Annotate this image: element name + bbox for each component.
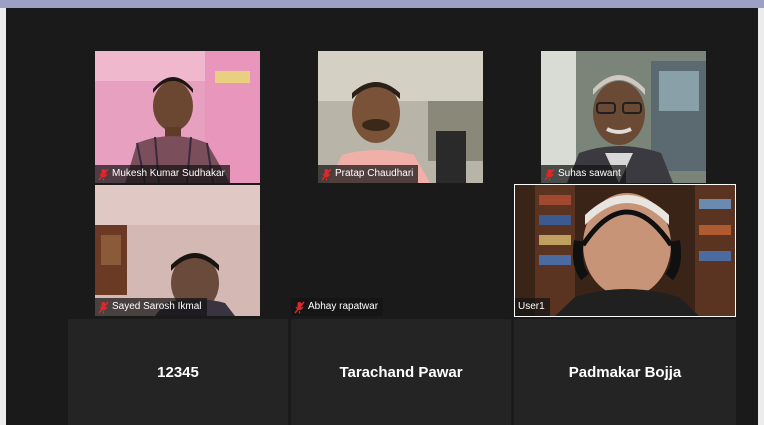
participant-name-tile[interactable]: Padmakar Bojja	[514, 319, 736, 425]
gallery-view: Mukesh Kumar Sudhakar Pratap Chaudhari S…	[6, 8, 758, 425]
participant-name-label: User1	[515, 298, 550, 316]
participant-tile[interactable]: Sayed Sarosh Ikmal	[95, 185, 260, 316]
window-right-edge	[758, 8, 764, 425]
participant-name: Suhas sawant	[558, 168, 621, 179]
participant-name-tile[interactable]: Tarachand Pawar	[291, 319, 511, 425]
mic-muted-icon	[98, 168, 109, 180]
participant-name: Pratap Chaudhari	[335, 168, 414, 179]
participant-name: Tarachand Pawar	[339, 363, 463, 381]
participant-name-label: Pratap Chaudhari	[318, 165, 419, 183]
mic-muted-icon	[321, 168, 332, 180]
participant-video	[515, 185, 735, 316]
participant-tile[interactable]: Abhay rapatwar	[291, 185, 511, 316]
participant-name-label: Sayed Sarosh Ikmal	[95, 298, 207, 316]
participant-name: Mukesh Kumar Sudhakar	[112, 168, 225, 179]
participant-tile[interactable]: Mukesh Kumar Sudhakar	[95, 51, 260, 183]
mic-muted-icon	[294, 301, 305, 313]
window-top-bar	[0, 0, 764, 8]
participant-name-tile[interactable]: 12345	[68, 319, 288, 425]
participant-name: Abhay rapatwar	[308, 301, 379, 312]
participant-video	[95, 51, 260, 183]
participant-name: Padmakar Bojja	[568, 363, 682, 381]
participant-video	[541, 51, 706, 183]
participant-tile-active[interactable]: User1	[514, 184, 736, 317]
participant-name: 12345	[157, 363, 199, 381]
participant-tile[interactable]: Pratap Chaudhari	[318, 51, 483, 183]
participant-name-label: Mukesh Kumar Sudhakar	[95, 165, 230, 183]
participant-name: User1	[518, 301, 545, 312]
participant-name: Sayed Sarosh Ikmal	[112, 301, 202, 312]
participant-tile[interactable]: Suhas sawant	[541, 51, 706, 183]
participant-name-label: Abhay rapatwar	[291, 298, 384, 316]
participant-video	[318, 51, 483, 183]
mic-muted-icon	[544, 168, 555, 180]
participant-name-label: Suhas sawant	[541, 165, 626, 183]
participant-video	[95, 185, 260, 316]
mic-muted-icon	[98, 301, 109, 313]
